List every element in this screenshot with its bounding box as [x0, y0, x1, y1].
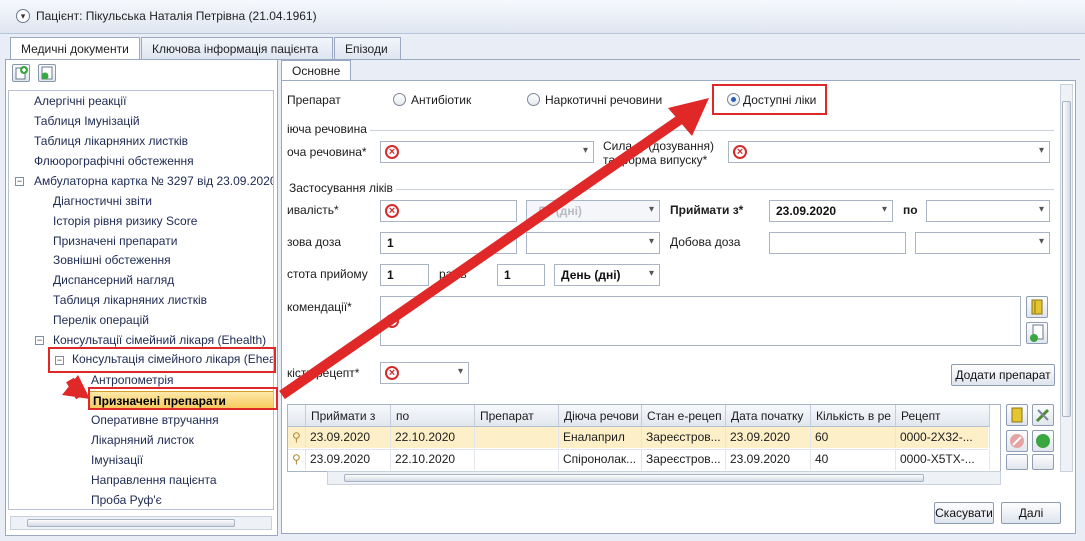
tree-item[interactable]: Таблиця лікарняних листків: [34, 132, 188, 151]
tree-item[interactable]: Алергічні реакції: [34, 92, 126, 111]
highlight-box: [48, 347, 276, 373]
radio-narcotic[interactable]: [527, 93, 540, 106]
tree-item[interactable]: Перелік операцій: [53, 311, 149, 330]
take-from-label: Приймати з*: [670, 203, 744, 217]
add-file-icon[interactable]: [1026, 322, 1048, 344]
to-date[interactable]: [926, 200, 1050, 222]
tree-item[interactable]: Направлення пацієнта: [91, 471, 217, 490]
tree-item[interactable]: Діагностичні звіти: [53, 192, 152, 211]
column-header[interactable]: Кількість в ре: [811, 405, 896, 427]
tree-item[interactable]: Лікарняний листок: [91, 431, 194, 450]
strength-select[interactable]: ×: [728, 141, 1050, 163]
delete-icon[interactable]: [1006, 430, 1028, 452]
error-icon: ×: [385, 204, 399, 218]
table-horizontal-scrollbar[interactable]: [327, 471, 1001, 485]
error-icon: ×: [385, 145, 399, 159]
duration-input[interactable]: ×: [380, 200, 517, 222]
strength-label: Сила ді (дозування): [603, 139, 714, 153]
tab-medical-documents[interactable]: Медичні документи: [10, 37, 140, 60]
patient-header: ▾ Пацієнт: Пікульська Наталія Петрівна (…: [0, 0, 1085, 34]
documents-tree: Алергічні реакції Таблиця Імунізацій Таб…: [8, 90, 274, 510]
tree-item[interactable]: Імунізації: [91, 451, 143, 470]
next-button[interactable]: Далі: [1001, 502, 1061, 524]
to-label: по: [903, 203, 918, 217]
daily-dose-unit-select[interactable]: [915, 232, 1050, 254]
tree-item[interactable]: Таблиця лікарняних листків: [53, 291, 207, 310]
recipe-count-label: кість рецепт*: [287, 366, 360, 380]
tab-episodes[interactable]: Епізоди: [334, 37, 401, 59]
substance-label: оча речовина*: [287, 145, 367, 159]
book-icon[interactable]: [1026, 296, 1048, 318]
drug-label: Препарат: [287, 93, 341, 107]
collapse-tree-icon[interactable]: −: [35, 336, 44, 345]
per-input[interactable]: 1: [497, 264, 545, 286]
highlight-box: [88, 387, 278, 410]
tree-horizontal-scrollbar[interactable]: [10, 516, 272, 530]
tree-item[interactable]: Проба Руф'є: [91, 491, 162, 509]
refresh-document-icon[interactable]: [38, 64, 56, 82]
single-dose-unit-select[interactable]: [526, 232, 660, 254]
tree-item[interactable]: Призначені препарати: [53, 232, 177, 251]
column-header[interactable]: Препарат: [475, 405, 559, 427]
add-document-icon[interactable]: [12, 64, 30, 82]
take-from-date[interactable]: 23.09.2020: [769, 200, 893, 222]
strength-label-2: та форма випуску*: [603, 153, 708, 167]
tree-item[interactable]: Флюорографічні обстеження: [34, 152, 194, 171]
pin-icon: ⚲: [288, 427, 306, 448]
column-header[interactable]: Рецепт: [896, 405, 990, 427]
pin-icon: ⚲: [288, 449, 306, 470]
tab-main[interactable]: Основне: [281, 60, 352, 80]
radio-available-label[interactable]: Доступні ліки: [743, 93, 816, 107]
tree-item[interactable]: Оперативне втручання: [91, 411, 219, 430]
column-header[interactable]: Стан е-рецеп: [642, 405, 726, 427]
add-drug-button[interactable]: Додати препарат: [951, 364, 1055, 386]
radio-antibiotic[interactable]: [393, 93, 406, 106]
tree-item[interactable]: Таблиця Імунізацій: [34, 112, 140, 131]
column-header[interactable]: Дата початку: [726, 405, 811, 427]
group-active-substance: іюча речовина: [287, 122, 367, 136]
error-icon: ×: [385, 314, 399, 328]
tools-icon[interactable]: [1032, 404, 1054, 426]
radio-available-drugs[interactable]: [727, 93, 740, 106]
frequency-label: стота прийому: [287, 267, 368, 281]
daily-dose-label: Добова доза: [670, 235, 741, 249]
daily-dose-input[interactable]: [769, 232, 906, 254]
collapse-icon[interactable]: ▾: [16, 9, 30, 23]
error-icon: ×: [385, 366, 399, 380]
refresh-icon[interactable]: [1032, 430, 1054, 452]
recommendations-label: комендації*: [287, 300, 352, 314]
tree-item[interactable]: Історія рівня ризику Score: [53, 212, 197, 231]
money-icon[interactable]: [1032, 454, 1054, 470]
single-dose-input[interactable]: 1: [380, 232, 517, 254]
duration-unit-select[interactable]: Де (дні): [526, 200, 660, 222]
recipe-count-select[interactable]: ×: [380, 362, 469, 384]
column-header[interactable]: Приймати з: [306, 405, 391, 427]
column-header[interactable]: по: [391, 405, 475, 427]
prescriptions-table: Приймати з по Препарат Діюча речови Стан…: [287, 404, 1001, 472]
substance-select[interactable]: ×: [380, 141, 594, 163]
duration-label: ивалість*: [287, 203, 339, 217]
radio-narcotic-label[interactable]: Наркотичні речовини: [545, 93, 662, 107]
tree-item[interactable]: Амбулаторна картка № 3297 від 23.09.2020: [34, 172, 273, 191]
tree-item[interactable]: Диспансерний нагляд: [53, 271, 174, 290]
period-select[interactable]: День (дні): [554, 264, 660, 286]
error-icon: ×: [733, 145, 747, 159]
recommendations-textarea[interactable]: ×: [380, 296, 1021, 346]
column-header[interactable]: Діюча речови: [559, 405, 642, 427]
cancel-button[interactable]: Скасувати: [934, 502, 994, 524]
patient-title: Пацієнт: Пікульська Наталія Петрівна (21…: [36, 9, 317, 23]
collapse-tree-icon[interactable]: −: [15, 177, 24, 186]
tab-key-info[interactable]: Ключова інформація пацієнта: [141, 37, 333, 59]
calendar-icon[interactable]: [1006, 454, 1028, 470]
form-vertical-scrollbar[interactable]: [1060, 84, 1073, 472]
tree-item[interactable]: Зовнішні обстеження: [53, 251, 171, 270]
frequency-input[interactable]: 1: [380, 264, 429, 286]
book-icon[interactable]: [1006, 404, 1028, 426]
times-label: разів: [439, 267, 467, 281]
group-drug-use: Застосування ліків: [289, 181, 393, 195]
radio-antibiotic-label[interactable]: Антибіотик: [411, 93, 471, 107]
single-dose-label: зова доза: [287, 235, 342, 249]
